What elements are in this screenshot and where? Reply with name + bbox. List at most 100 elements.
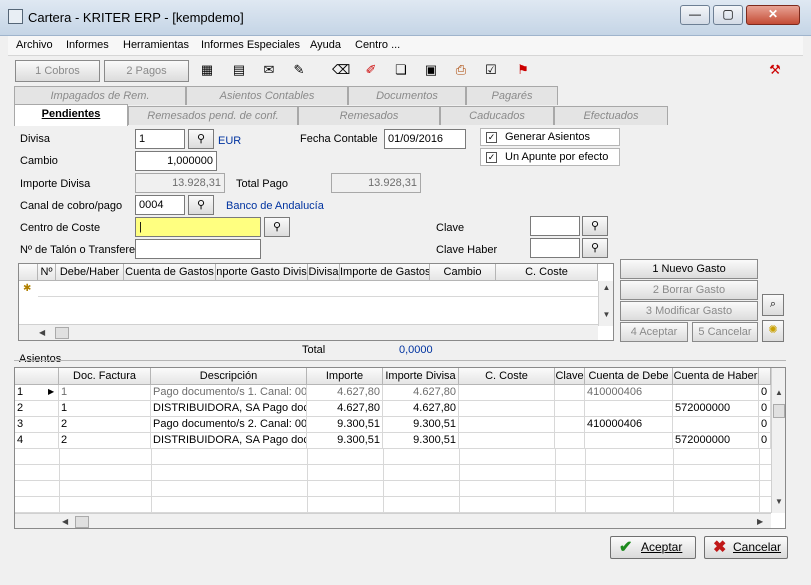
row-desc[interactable]: DISTRIBUIDORA, SA Pago doc: [151, 433, 307, 449]
tab-impagados[interactable]: Impagados de Rem.: [14, 86, 186, 105]
centro-coste-input[interactable]: |: [135, 217, 261, 237]
scroll-thumb[interactable]: [75, 516, 89, 528]
row-debe[interactable]: [585, 433, 673, 449]
row-importe-divisa[interactable]: 4.627,80: [383, 401, 459, 417]
asientos-col-doc[interactable]: Doc. Factura: [59, 368, 151, 385]
asientos-col-extra[interactable]: [759, 368, 771, 385]
exit-icon[interactable]: ⚒: [766, 61, 784, 79]
tab-efectuados[interactable]: Efectuados: [554, 106, 668, 125]
row-importe-divisa[interactable]: 9.300,51: [383, 417, 459, 433]
gastos-col-importe-gasto[interactable]: nporte Gasto Divis: [216, 264, 308, 281]
row-debe[interactable]: 410000406: [585, 417, 673, 433]
row-extra[interactable]: 0: [759, 433, 771, 449]
maximize-button[interactable]: ▢: [713, 5, 743, 25]
row-haber[interactable]: [673, 385, 759, 401]
clave-search-icon[interactable]: ⚲: [582, 216, 608, 236]
scroll-down-icon[interactable]: ▼: [772, 497, 785, 506]
clave-haber-search-icon[interactable]: ⚲: [582, 238, 608, 258]
list-icon[interactable]: ▤: [230, 61, 248, 79]
eraser-icon[interactable]: ⌫: [332, 61, 350, 79]
gastos-hscroll[interactable]: ◀: [19, 324, 598, 340]
row-doc[interactable]: 1: [59, 385, 151, 401]
row-importe-divisa[interactable]: 9.300,51: [383, 433, 459, 449]
canal-input[interactable]: 0004: [135, 195, 185, 215]
un-apunte-checkbox[interactable]: ✓: [486, 152, 497, 163]
row-doc[interactable]: 2: [59, 433, 151, 449]
row-haber[interactable]: 572000000: [673, 401, 759, 417]
menu-informes-especiales[interactable]: Informes Especiales: [201, 39, 300, 51]
generar-asientos-checkbox[interactable]: ✓: [486, 132, 497, 143]
asientos-col-haber[interactable]: Cuenta de Haber: [673, 368, 759, 385]
gastos-col-debe-haber[interactable]: Debe/Haber: [56, 264, 124, 281]
row-clave[interactable]: [555, 433, 585, 449]
asientos-col-ccoste[interactable]: C. Coste: [459, 368, 555, 385]
gastos-col-n[interactable]: Nº: [38, 264, 56, 281]
scroll-thumb[interactable]: [55, 327, 69, 339]
tab-pendientes[interactable]: Pendientes: [14, 104, 128, 126]
row-importe[interactable]: 9.300,51: [307, 433, 383, 449]
canal-search-icon[interactable]: ⚲: [188, 195, 214, 215]
tab-asientos-contables[interactable]: Asientos Contables: [186, 86, 348, 105]
cambio-input[interactable]: 1,000000: [135, 151, 217, 171]
divisa-search-icon[interactable]: ⚲: [188, 129, 214, 149]
asientos-col-importe[interactable]: Importe: [307, 368, 383, 385]
menu-ayuda[interactable]: Ayuda: [310, 39, 341, 51]
gastos-new-row[interactable]: [38, 281, 598, 297]
asientos-col-clave[interactable]: Clave: [555, 368, 585, 385]
row-desc[interactable]: DISTRIBUIDORA, SA Pago doc: [151, 401, 307, 417]
scroll-down-icon[interactable]: ▼: [599, 310, 613, 319]
preview-icon[interactable]: ⌕: [762, 294, 784, 316]
scroll-up-icon[interactable]: ▲: [772, 388, 785, 397]
asientos-vscroll[interactable]: ▲ ▼: [771, 368, 785, 513]
row-extra[interactable]: 0: [759, 401, 771, 417]
tab-remesados-pend[interactable]: Remesados pend. de conf.: [128, 106, 298, 125]
printer-icon[interactable]: ⎙: [452, 61, 470, 79]
gastos-col-cuenta[interactable]: Cuenta de Gastos: [124, 264, 216, 281]
fecha-contable-input[interactable]: 01/09/2016: [384, 129, 466, 149]
menu-archivo[interactable]: Archivo: [16, 39, 53, 51]
divisa-input[interactable]: 1: [135, 129, 185, 149]
menu-informes[interactable]: Informes: [66, 39, 109, 51]
talon-input[interactable]: [135, 239, 261, 259]
row-haber[interactable]: 572000000: [673, 433, 759, 449]
gastos-col-divisa[interactable]: Divisa: [308, 264, 340, 281]
flag-icon[interactable]: ⚑: [514, 61, 532, 79]
row-importe[interactable]: 9.300,51: [307, 417, 383, 433]
scroll-thumb[interactable]: [773, 404, 785, 418]
row-importe-divisa[interactable]: 4.627,80: [383, 385, 459, 401]
pin-icon[interactable]: ✐: [362, 61, 380, 79]
gastos-col-importe-gastos[interactable]: Importe de Gastos: [340, 264, 430, 281]
row-desc[interactable]: Pago documento/s 2. Canal: 00: [151, 417, 307, 433]
close-button[interactable]: ✕: [746, 5, 800, 25]
cancelar-button[interactable]: ✖ Cancelar: [704, 536, 788, 559]
modificar-gasto-button[interactable]: 3 Modificar Gasto: [620, 301, 758, 321]
row-ccoste[interactable]: [459, 417, 555, 433]
cancelar-gasto-button[interactable]: 5 Cancelar: [692, 322, 758, 342]
asientos-col-debe[interactable]: Cuenta de Debe: [585, 368, 673, 385]
lightbulb-icon[interactable]: ✺: [762, 320, 784, 342]
row-debe[interactable]: 410000406: [585, 385, 673, 401]
grid-icon[interactable]: ▦: [198, 61, 216, 79]
tab-caducados[interactable]: Caducados: [440, 106, 554, 125]
calculator-icon[interactable]: ▣: [422, 61, 440, 79]
row-clave[interactable]: [555, 385, 585, 401]
row-ccoste[interactable]: [459, 401, 555, 417]
row-ccoste[interactable]: [459, 433, 555, 449]
row-doc[interactable]: 2: [59, 417, 151, 433]
checklist-icon[interactable]: ☑: [482, 61, 500, 79]
scroll-right-icon[interactable]: ▶: [757, 517, 763, 526]
document-icon[interactable]: ✉: [260, 61, 278, 79]
menu-herramientas[interactable]: Herramientas: [123, 39, 189, 51]
row-haber[interactable]: [673, 417, 759, 433]
tab-documentos[interactable]: Documentos: [348, 86, 466, 105]
row-ccoste[interactable]: [459, 385, 555, 401]
row-desc[interactable]: Pago documento/s 1. Canal: 00: [151, 385, 307, 401]
tab-remesados[interactable]: Remesados: [298, 106, 440, 125]
clave-input[interactable]: [530, 216, 580, 236]
row-extra[interactable]: 0: [759, 385, 771, 401]
edit-icon[interactable]: ✎: [290, 61, 308, 79]
clave-haber-input[interactable]: [530, 238, 580, 258]
asientos-col-importe-divisa[interactable]: Importe Divisa: [383, 368, 459, 385]
borrar-gasto-button[interactable]: 2 Borrar Gasto: [620, 280, 758, 300]
stack-icon[interactable]: ❏: [392, 61, 410, 79]
